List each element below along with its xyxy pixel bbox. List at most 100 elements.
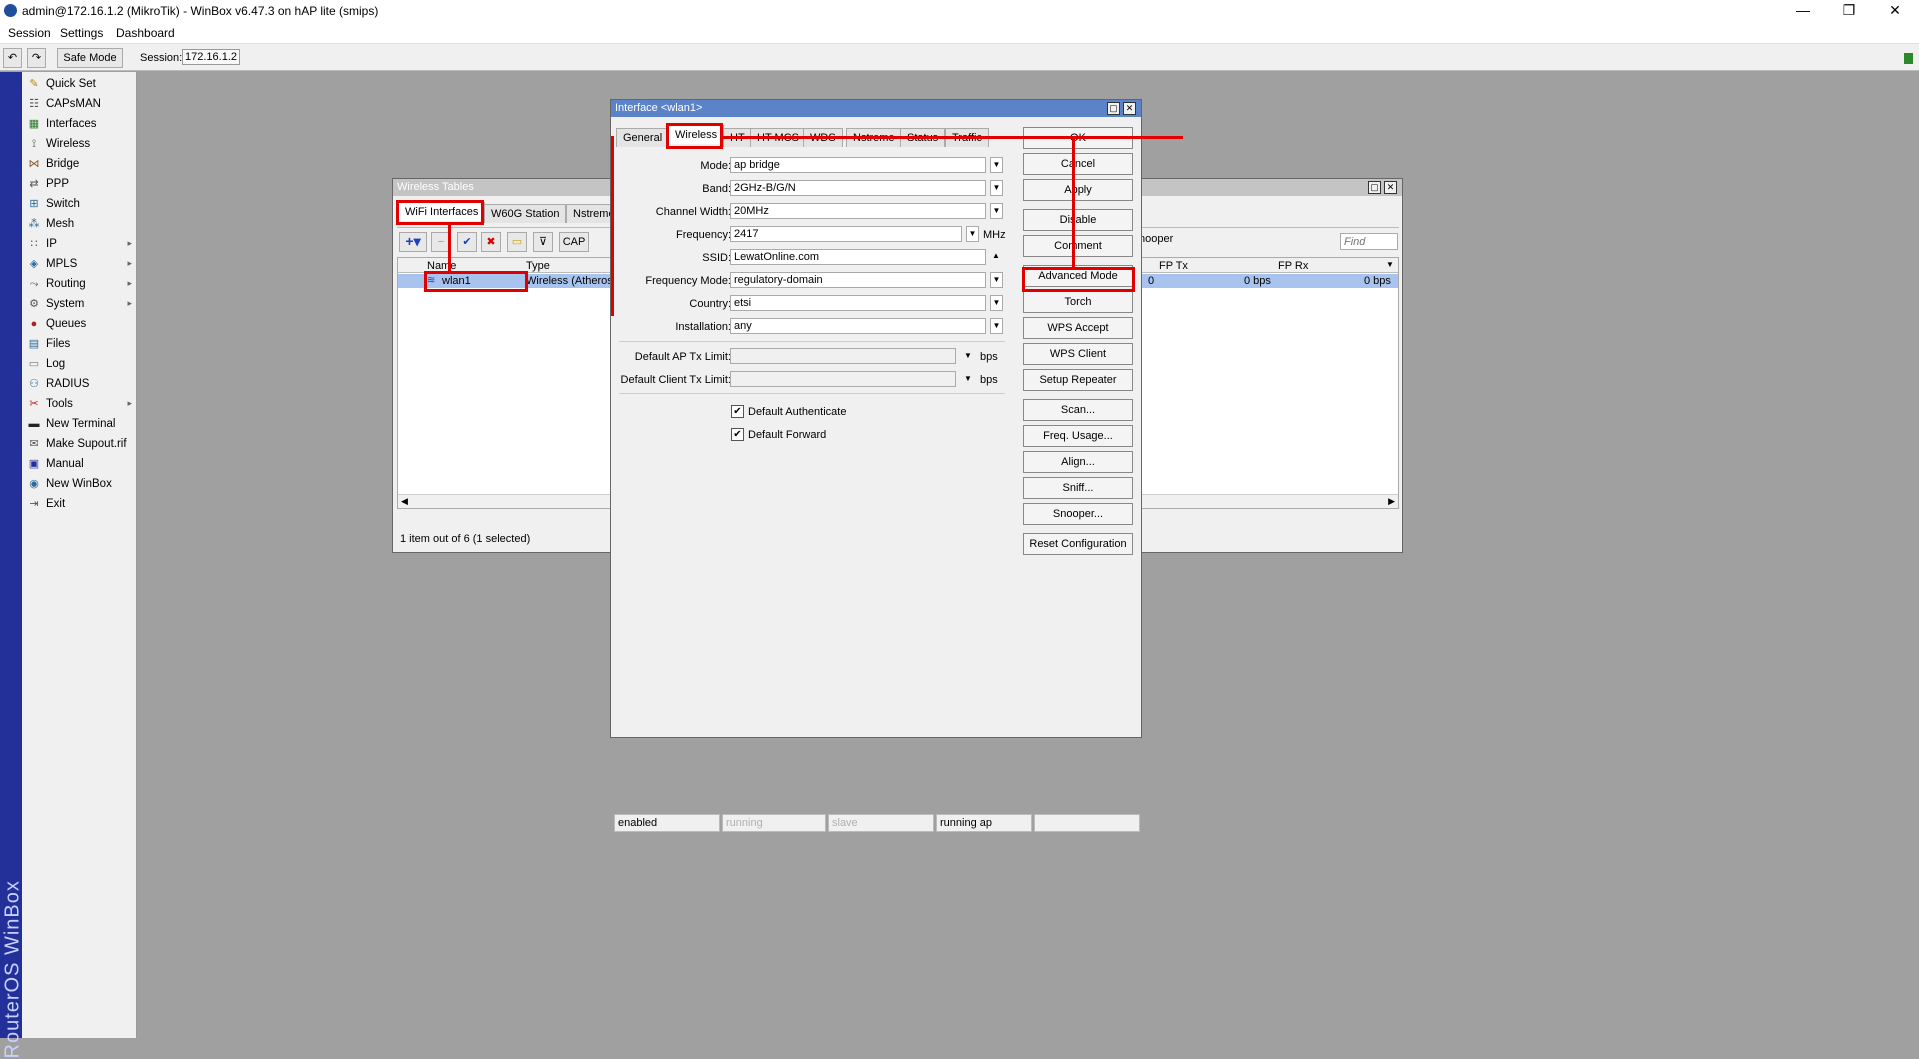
comment-button[interactable]: Comment: [1023, 235, 1133, 257]
country-select[interactable]: etsi: [730, 295, 986, 311]
apply-button[interactable]: Apply: [1023, 179, 1133, 201]
sniff-button[interactable]: Sniff...: [1023, 477, 1133, 499]
freq-usage-button[interactable]: Freq. Usage...: [1023, 425, 1133, 447]
sidebar-item-switch[interactable]: ⊞ Switch: [26, 195, 134, 215]
ppp-icon: ⇄: [29, 178, 39, 190]
column-fp-tx[interactable]: FP Tx: [1159, 260, 1188, 272]
sidebar-item-radius[interactable]: ⚇ RADIUS: [26, 375, 134, 395]
reset-configuration-button[interactable]: Reset Configuration: [1023, 533, 1133, 555]
client-tx-limit-input[interactable]: [730, 371, 956, 387]
snooper-button[interactable]: nooper: [1139, 233, 1173, 245]
tools-icon: ✂: [29, 398, 39, 410]
default-forward-label: Default Forward: [748, 429, 827, 441]
sidebar-item-system[interactable]: ⚙ System ▸: [26, 295, 134, 315]
snooper-button[interactable]: Snooper...: [1023, 503, 1133, 525]
wps-accept-button[interactable]: WPS Accept: [1023, 317, 1133, 339]
restore-icon[interactable]: ❐: [1826, 0, 1872, 22]
default-authenticate-checkbox[interactable]: ✔: [731, 405, 744, 418]
column-fp-rx[interactable]: FP Rx: [1278, 260, 1308, 272]
sidebar-item-files[interactable]: ▤ Files: [26, 335, 134, 355]
band-dropdown-icon[interactable]: ▼: [990, 180, 1003, 196]
frequency-dropdown-icon[interactable]: ▼: [966, 226, 979, 242]
sidebar-item-queues[interactable]: ● Queues: [26, 315, 134, 335]
sidebar-item-routing[interactable]: ⤳ Routing ▸: [26, 275, 134, 295]
interface-dialog-title-bar[interactable]: Interface <wlan1>: [611, 100, 1141, 117]
menu-settings[interactable]: Settings: [60, 26, 103, 40]
safe-mode-button[interactable]: Safe Mode: [57, 48, 123, 68]
frequency-mode-dropdown-icon[interactable]: ▼: [990, 272, 1003, 288]
wireless-icon: ⟟: [31, 138, 37, 150]
scan-button[interactable]: Scan...: [1023, 399, 1133, 421]
sidebar-item-label: Manual: [46, 458, 84, 470]
ssid-input[interactable]: LewatOnline.com: [730, 249, 986, 265]
find-input[interactable]: [1340, 233, 1398, 250]
setup-repeater-button[interactable]: Setup Repeater: [1023, 369, 1133, 391]
mode-dropdown-icon[interactable]: ▼: [990, 157, 1003, 173]
band-select[interactable]: 2GHz-B/G/N: [730, 180, 986, 196]
ap-tx-limit-input[interactable]: [730, 348, 956, 364]
menu-session[interactable]: Session: [8, 26, 51, 40]
status-enabled: enabled: [614, 814, 720, 832]
sidebar-item-ip[interactable]: ∷ IP ▸: [26, 235, 134, 255]
submenu-arrow-icon: ▸: [127, 258, 132, 268]
client-tx-limit-dropdown-icon[interactable]: ▼: [964, 374, 972, 383]
minimize-icon[interactable]: —: [1780, 0, 1826, 22]
maximize-icon[interactable]: ▢: [1368, 181, 1381, 194]
default-forward-checkbox[interactable]: ✔: [731, 428, 744, 441]
cap-button[interactable]: CAP: [559, 232, 589, 252]
enable-icon[interactable]: ✔: [457, 232, 477, 252]
sidebar-item-capsman[interactable]: ☷ CAPsMAN: [26, 95, 134, 115]
sidebar-item-new-terminal[interactable]: ▬ New Terminal: [26, 415, 134, 435]
disable-icon[interactable]: ✖: [481, 232, 501, 252]
wps-client-button[interactable]: WPS Client: [1023, 343, 1133, 365]
tab-w60g-station[interactable]: W60G Station: [484, 204, 567, 223]
torch-button[interactable]: Torch: [1023, 291, 1133, 313]
columns-dropdown-icon[interactable]: ▼: [1386, 260, 1394, 269]
redo-icon[interactable]: ↷: [27, 48, 46, 68]
sidebar-item-manual[interactable]: ▣ Manual: [26, 455, 134, 475]
close-icon[interactable]: ✕: [1872, 0, 1918, 22]
filter-icon[interactable]: ⊽: [533, 232, 553, 252]
sidebar-item-new-winbox[interactable]: ◉ New WinBox: [26, 475, 134, 495]
channel-width-select[interactable]: 20MHz: [730, 203, 986, 219]
undo-icon[interactable]: ↶: [3, 48, 22, 68]
add-icon[interactable]: +▾: [399, 232, 427, 252]
session-field[interactable]: 172.16.1.2: [182, 49, 240, 65]
align-button[interactable]: Align...: [1023, 451, 1133, 473]
sidebar-item-interfaces[interactable]: ▦ Interfaces: [26, 115, 134, 135]
sidebar-item-mpls[interactable]: ◈ MPLS ▸: [26, 255, 134, 275]
disable-button[interactable]: Disable: [1023, 209, 1133, 231]
sidebar-item-tools[interactable]: ✂ Tools ▸: [26, 395, 134, 415]
winbox-icon: ◉: [29, 478, 39, 490]
mode-select[interactable]: ap bridge: [730, 157, 986, 173]
frequency-mode-select[interactable]: regulatory-domain: [730, 272, 986, 288]
sidebar-item-mesh[interactable]: ⁂ Mesh: [26, 215, 134, 235]
tab-general[interactable]: General: [616, 128, 670, 147]
ap-tx-limit-dropdown-icon[interactable]: ▼: [964, 351, 972, 360]
scroll-left-icon[interactable]: ◀: [401, 496, 408, 507]
menu-dashboard[interactable]: Dashboard: [116, 26, 175, 40]
band-label: Band:: [702, 183, 731, 195]
sidebar-item-quick-set[interactable]: ✎ Quick Set: [26, 75, 134, 95]
close-icon[interactable]: ✕: [1384, 181, 1397, 194]
comment-icon[interactable]: ▭: [507, 232, 527, 252]
channel-width-dropdown-icon[interactable]: ▼: [990, 203, 1003, 219]
sidebar-item-make-supout[interactable]: ✉ Make Supout.rif: [26, 435, 134, 455]
frequency-select[interactable]: 2417: [730, 226, 962, 242]
sidebar-item-bridge[interactable]: ⋈ Bridge: [26, 155, 134, 175]
close-icon[interactable]: ✕: [1123, 102, 1136, 115]
ssid-collapse-icon[interactable]: ▲: [992, 251, 1000, 260]
scroll-right-icon[interactable]: ▶: [1388, 496, 1395, 507]
section-divider: [619, 341, 1005, 342]
country-dropdown-icon[interactable]: ▼: [990, 295, 1003, 311]
installation-select[interactable]: any: [730, 318, 986, 334]
sidebar-item-wireless[interactable]: ⟟ Wireless: [26, 135, 134, 155]
sidebar-item-log[interactable]: ▭ Log: [26, 355, 134, 375]
wireless-tables-title: Wireless Tables: [397, 181, 474, 193]
maximize-icon[interactable]: ▢: [1107, 102, 1120, 115]
cancel-button[interactable]: Cancel: [1023, 153, 1133, 175]
sidebar-item-ppp[interactable]: ⇄ PPP: [26, 175, 134, 195]
sidebar-item-exit[interactable]: ⇥ Exit: [26, 495, 134, 515]
column-type[interactable]: Type: [526, 260, 550, 272]
installation-dropdown-icon[interactable]: ▼: [990, 318, 1003, 334]
